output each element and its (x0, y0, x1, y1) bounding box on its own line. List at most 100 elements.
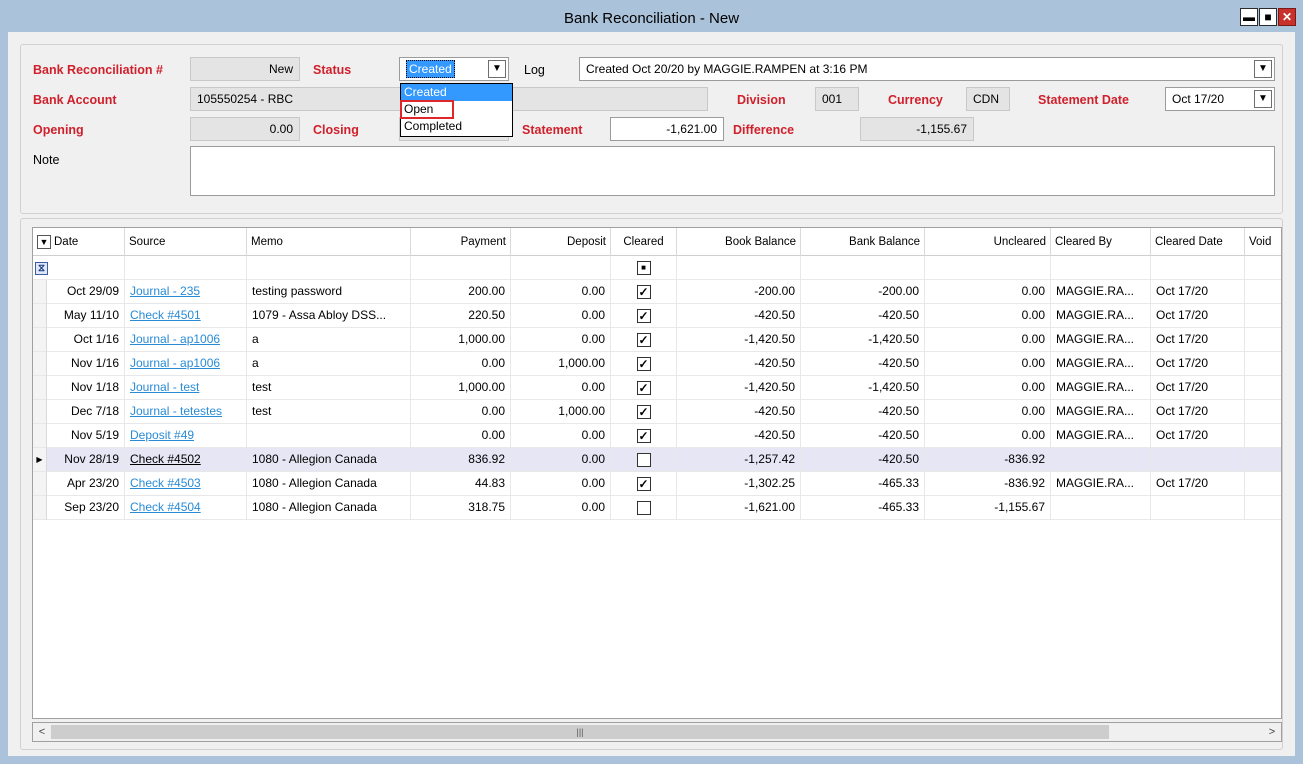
table-row-selected[interactable]: ▶ Nov 28/19 Check #4502 1080 - Allegion … (33, 448, 1281, 472)
filter-payment[interactable] (411, 256, 511, 280)
filter-memo[interactable] (247, 256, 411, 280)
row-selector[interactable] (33, 328, 47, 352)
close-button[interactable]: ✕ (1278, 8, 1296, 26)
filter-uncleared[interactable] (925, 256, 1051, 280)
source-link[interactable]: Check #4504 (130, 500, 201, 514)
source-link[interactable]: Check #4501 (130, 308, 201, 322)
source-link[interactable]: Deposit #49 (130, 428, 194, 442)
table-row[interactable]: Oct 1/16 Journal - ap1006 a 1,000.00 0.0… (33, 328, 1281, 352)
row-selector[interactable] (33, 376, 47, 400)
row-selector[interactable] (33, 304, 47, 328)
statement-input[interactable]: -1,621.00 (610, 117, 724, 141)
source-link[interactable]: Journal - ap1006 (130, 332, 220, 346)
filter-deposit[interactable] (511, 256, 611, 280)
cell-void (1245, 496, 1281, 520)
col-uncleared[interactable]: Uncleared (925, 228, 1051, 256)
bank-rec-field: New (190, 57, 300, 81)
chevron-down-icon[interactable]: ▼ (1254, 90, 1272, 108)
filter-source[interactable] (125, 256, 247, 280)
transactions-grid[interactable]: ▼ Date Source Memo Payment Deposit Cleare… (32, 227, 1282, 719)
source-link[interactable]: Journal - 235 (130, 284, 200, 298)
table-row[interactable]: Nov 1/18 Journal - test test 1,000.00 0.… (33, 376, 1281, 400)
table-row[interactable]: Nov 1/16 Journal - ap1006 a 0.00 1,000.0… (33, 352, 1281, 376)
table-row[interactable]: Oct 29/09 Journal - 235 testing password… (33, 280, 1281, 304)
col-date[interactable]: ▼ Date (33, 228, 125, 256)
filter-cdate[interactable] (1151, 256, 1245, 280)
col-memo[interactable]: Memo (247, 228, 411, 256)
cell-cleared-date: Oct 17/20 (1151, 400, 1245, 424)
col-cleared-date[interactable]: Cleared Date (1151, 228, 1245, 256)
scroll-left-icon[interactable]: < (33, 723, 51, 741)
filter-by[interactable] (1051, 256, 1151, 280)
cell-date: Apr 23/20 (47, 472, 125, 496)
table-row[interactable]: Sep 23/20 Check #4504 1080 - Allegion Ca… (33, 496, 1281, 520)
col-cleared-by[interactable]: Cleared By (1051, 228, 1151, 256)
cell-uncleared: -1,155.67 (925, 496, 1051, 520)
cleared-checkbox[interactable]: ✓ (636, 476, 651, 491)
row-selector[interactable] (33, 280, 47, 304)
scroll-right-icon[interactable]: > (1263, 723, 1281, 741)
cleared-checkbox[interactable]: ✓ (636, 308, 651, 323)
log-combo[interactable]: Created Oct 20/20 by MAGGIE.RAMPEN at 3:… (579, 57, 1275, 81)
cleared-checkbox[interactable]: ✓ (636, 284, 651, 299)
statement-date-picker[interactable]: Oct 17/20 ▼ (1165, 87, 1275, 111)
source-link[interactable]: Journal - tetestes (130, 404, 222, 418)
row-selector[interactable] (33, 352, 47, 376)
col-book-balance[interactable]: Book Balance (677, 228, 801, 256)
cleared-checkbox[interactable]: ✓ (636, 428, 651, 443)
col-payment[interactable]: Payment (411, 228, 511, 256)
cell-deposit: 0.00 (511, 472, 611, 496)
row-selector[interactable] (33, 400, 47, 424)
chevron-down-icon[interactable]: ▼ (1254, 60, 1272, 78)
row-selector[interactable] (33, 472, 47, 496)
col-void[interactable]: Void (1245, 228, 1281, 256)
status-combo[interactable]: Created ▼ (399, 57, 509, 81)
cleared-checkbox[interactable]: ✓ (636, 380, 651, 395)
maximize-button[interactable]: ■ (1259, 8, 1277, 26)
filter-book[interactable] (677, 256, 801, 280)
table-row[interactable]: Dec 7/18 Journal - tetestes test 0.00 1,… (33, 400, 1281, 424)
cell-cleared-date: Oct 17/20 (1151, 280, 1245, 304)
horizontal-scrollbar[interactable]: < ||| > (32, 722, 1282, 742)
col-cleared[interactable]: Cleared (611, 228, 677, 256)
filter-void[interactable] (1245, 256, 1281, 280)
current-row-arrow-icon[interactable]: ▶ (33, 448, 47, 472)
source-link[interactable]: Journal - test (130, 380, 199, 394)
minimize-button[interactable]: ▬ (1240, 8, 1258, 26)
cleared-checkbox[interactable] (636, 452, 651, 467)
filter-bank[interactable] (801, 256, 925, 280)
note-textarea[interactable] (190, 146, 1275, 196)
col-bank-balance[interactable]: Bank Balance (801, 228, 925, 256)
row-selector[interactable] (33, 424, 47, 448)
cell-deposit: 0.00 (511, 304, 611, 328)
row-selector[interactable] (33, 496, 47, 520)
scrollbar-thumb[interactable]: ||| (51, 725, 1109, 739)
cleared-checkbox[interactable]: ✓ (636, 332, 651, 347)
col-source[interactable]: Source (125, 228, 247, 256)
filter-cleared[interactable]: ■ (611, 256, 677, 280)
table-row[interactable]: Apr 23/20 Check #4503 1080 - Allegion Ca… (33, 472, 1281, 496)
chevron-down-icon[interactable]: ▼ (37, 234, 51, 249)
cell-cleared-date: Oct 17/20 (1151, 328, 1245, 352)
cell-bank-balance: -420.50 (801, 400, 925, 424)
status-option-completed[interactable]: Completed (401, 118, 512, 135)
status-option-created[interactable]: Created (401, 84, 512, 101)
cleared-checkbox[interactable]: ✓ (636, 356, 651, 371)
source-link[interactable]: Journal - ap1006 (130, 356, 220, 370)
cleared-checkbox[interactable]: ✓ (636, 404, 651, 419)
status-option-open[interactable]: Open (400, 100, 454, 119)
checkbox-indeterminate-icon[interactable]: ■ (636, 260, 651, 275)
source-link[interactable]: Check #4502 (130, 452, 201, 466)
source-link[interactable]: Check #4503 (130, 476, 201, 490)
cell-uncleared: 0.00 (925, 280, 1051, 304)
cleared-checkbox[interactable] (636, 500, 651, 515)
cell-bank-balance: -420.50 (801, 448, 925, 472)
table-row[interactable]: May 11/10 Check #4501 1079 - Assa Abloy … (33, 304, 1281, 328)
col-deposit[interactable]: Deposit (511, 228, 611, 256)
filter-icon[interactable]: ⧖ (35, 262, 48, 275)
filter-cell[interactable]: ⧖ (33, 256, 125, 280)
cell-cleared-date: Oct 17/20 (1151, 376, 1245, 400)
table-row[interactable]: Nov 5/19 Deposit #49 0.00 0.00 ✓ -420.50… (33, 424, 1281, 448)
cell-memo: 1079 - Assa Abloy DSS... (247, 304, 411, 328)
chevron-down-icon[interactable]: ▼ (488, 60, 506, 78)
